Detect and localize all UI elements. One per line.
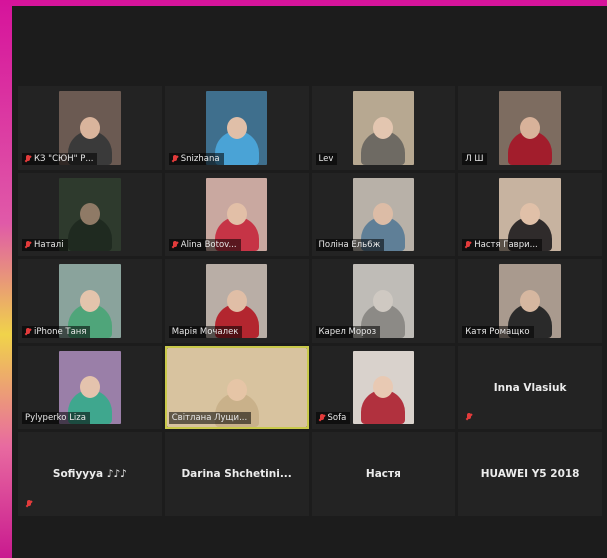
zoom-window: КЗ "СЮН" Р... Snizhana Lev Л Ш Наталі Alina B… [12,6,607,558]
person-head [226,116,247,139]
participant-name: Snizhana [180,153,220,164]
participant-name: Поліна Ель6ж [318,240,381,251]
participant-tile[interactable]: Поліна Ель6ж [311,172,456,257]
participant-tile[interactable]: Світлана Лущи... [164,345,309,430]
name-label: Карел Мороз [315,325,381,338]
participant-tile[interactable]: Sofa [311,345,456,430]
person-head [373,116,394,139]
participant-tile[interactable]: Alina Botov... [164,172,309,257]
participant-tile[interactable]: Марія Мочалек [164,259,309,343]
mic-muted-icon [172,154,178,163]
mic-muted-icon [172,241,178,249]
mic-muted-icon [319,414,325,422]
name-label: Настя Гаври... [462,239,542,252]
person-head [226,203,247,226]
participant-name: iPhone Таня [34,326,87,337]
name-label: iPhone Таня [22,325,91,338]
name-label: Поліна Ель6ж [315,239,385,252]
name-label: Sofa [315,412,351,425]
person-head [520,203,541,226]
participant-tile[interactable]: Катя Ромащко [458,259,602,343]
participant-tile[interactable]: Л Ш [458,86,602,170]
person-head [226,289,247,312]
person-head [373,289,394,312]
mic-muted-icon [25,327,31,336]
participant-tile[interactable]: Sofiyyya ♪♪♪ [18,432,162,516]
participant-tile[interactable]: Lev [311,86,456,170]
name-label: Alina Botov... [168,239,241,252]
participant-tile[interactable]: Pylyperko Liza [18,345,162,430]
participant-name: Sofa [327,413,347,424]
participant-tile[interactable]: iPhone Таня [18,259,162,343]
participant-tile[interactable]: Inna Vlasiuk [458,345,602,430]
participant-tile[interactable]: Darina Shchetini... [164,432,309,516]
name-label: Світлана Лущи... [168,412,252,425]
participant-name: Inna Vlasiuk [493,381,567,394]
participant-name: Марія Мочалек [171,326,239,337]
name-label: Snizhana [168,152,224,165]
person-head [520,116,541,139]
participant-tile[interactable]: Наталі [18,172,162,257]
participant-name: Катя Ромащко [465,326,530,337]
participant-name: Sofiyyya ♪♪♪ [52,468,127,481]
participant-video [352,350,415,425]
person-head [79,289,100,312]
person-head [79,376,100,399]
participant-name: HUAWEI Y5 2018 [480,468,580,481]
name-label: Pylyperko Liza [22,412,90,425]
name-label: КЗ "СЮН" Р... [22,152,98,165]
participant-tile[interactable]: КЗ "СЮН" Р... [18,86,162,170]
name-label: Lev [315,152,338,165]
participant-name: Світлана Лущи... [171,413,248,424]
participant-video [352,91,415,165]
gallery-grid: КЗ "СЮН" Р... Snizhana Lev Л Ш Наталі Alina B… [18,86,602,516]
participant-tile[interactable]: Настя Гаври... [458,172,602,257]
mic-muted-icon [25,241,31,249]
participant-name: Карел Мороз [318,326,377,337]
mic-muted-icon [26,499,32,508]
participant-name: Alina Botov... [180,240,237,251]
name-label: Л Ш [462,152,488,165]
person-head [520,289,541,312]
mic-muted-icon [25,154,31,163]
participant-name: Pylyperko Liza [25,413,86,424]
participant-name: Наталі [34,240,64,251]
participant-name: Л Ш [465,153,484,164]
name-label: Марія Мочалек [168,325,243,338]
person-head [79,116,100,139]
mic-muted-icon [465,241,471,249]
person-head [79,203,100,226]
participant-video [59,177,121,252]
mic-muted-icon [466,413,472,421]
person-head [373,376,394,399]
participant-tile[interactable]: Настя [311,432,456,516]
participant-name: КЗ "СЮН" Р... [34,153,94,164]
participant-tile[interactable]: HUAWEI Y5 2018 [458,432,602,516]
participant-name: Darina Shchetini... [181,468,292,481]
participant-video [499,91,561,165]
participant-tile[interactable]: Snizhana [164,86,309,170]
participant-name: Настя Гаври... [474,240,538,251]
participant-name: Настя [365,468,401,481]
name-label: Наталі [22,239,68,252]
name-label: Катя Ромащко [462,325,534,338]
person-head [226,379,247,402]
participant-tile[interactable]: Карел Мороз [311,259,456,343]
person-head [373,203,394,226]
participant-name: Lev [318,153,334,164]
